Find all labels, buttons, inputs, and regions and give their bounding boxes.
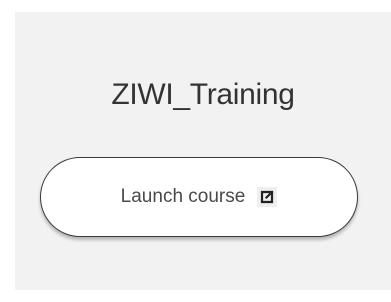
- launch-course-label: Launch course: [120, 186, 246, 207]
- course-card: ZIWI_Training Launch course: [15, 12, 391, 290]
- course-title: ZIWI_Training: [111, 78, 295, 111]
- external-link-icon: [257, 187, 278, 207]
- launch-course-button[interactable]: Launch course: [40, 157, 358, 237]
